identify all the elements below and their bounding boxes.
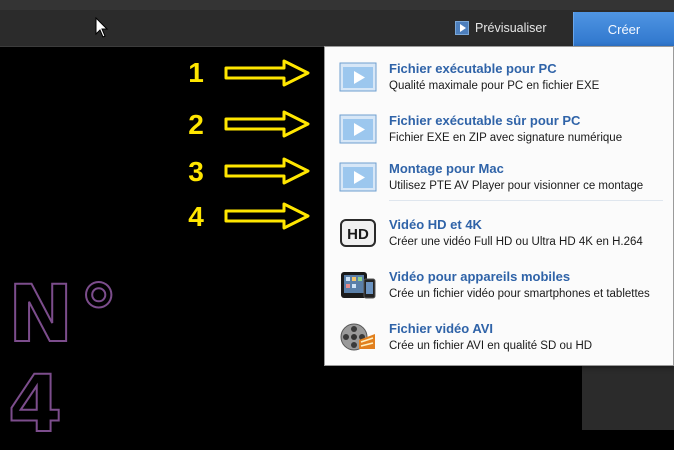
annotation-arrow-icon xyxy=(224,59,310,87)
annotation-arrow-icon xyxy=(224,202,310,230)
menu-item-description: Utilisez PTE AV Player pour visionner ce… xyxy=(389,180,644,192)
menu-item-mac-show[interactable]: Montage pour Mac Utilisez PTE AV Player … xyxy=(325,151,673,203)
play-window-icon xyxy=(339,114,377,144)
create-dropdown-menu: Fichier exécutable pour PC Qualité maxim… xyxy=(324,46,674,366)
preview-play-icon xyxy=(455,21,469,35)
menu-item-title: Fichier vidéo AVI xyxy=(389,321,494,336)
menu-item-exe-pc[interactable]: Fichier exécutable pour PC Qualité maxim… xyxy=(325,51,673,103)
annotation-number-3: 3 xyxy=(188,156,204,187)
menu-item-description: Crée un fichier vidéo pour smartphones e… xyxy=(389,288,650,300)
annotation-arrow-icon xyxy=(224,157,310,185)
preview-button[interactable]: Prévisualiser xyxy=(455,16,547,40)
annotation-number-2: 2 xyxy=(188,109,204,140)
menu-item-title: Montage pour Mac xyxy=(389,161,504,176)
menu-item-title: Fichier exécutable pour PC xyxy=(389,61,557,76)
create-label: Créer xyxy=(607,21,641,37)
menu-item-description: Fichier EXE en ZIP avec signature numéri… xyxy=(389,132,623,144)
menu-item-title: Vidéo pour appareils mobiles xyxy=(389,269,571,284)
menu-item-avi-video[interactable]: Fichier vidéo AVI Crée un fichier AVI en… xyxy=(325,311,673,363)
annotation-arrow-icon xyxy=(224,110,310,138)
annotation-number-4: 4 xyxy=(188,201,204,232)
annotation-number-1: 1 xyxy=(188,57,204,88)
menu-item-title: Vidéo HD et 4K xyxy=(389,217,482,232)
menu-item-mobile-video[interactable]: Vidéo pour appareils mobiles Crée un fic… xyxy=(325,259,673,311)
hd-icon: HD xyxy=(340,219,376,247)
menu-item-title: Fichier exécutable sûr pour PC xyxy=(389,113,581,128)
background-slide-text: N° 4 xyxy=(7,269,125,450)
play-window-icon xyxy=(339,162,377,192)
create-button[interactable]: Créer xyxy=(573,12,674,46)
menu-item-description: Qualité maximale pour PC en fichier EXE xyxy=(389,80,600,92)
menu-item-description: Créer une vidéo Full HD ou Ultra HD 4K e… xyxy=(389,236,643,248)
menu-divider xyxy=(389,200,663,201)
menu-item-hd-4k-video[interactable]: HD Vidéo HD et 4K Créer une vidéo Full H… xyxy=(325,207,673,259)
film-reel-icon xyxy=(340,323,375,351)
preview-label: Prévisualiser xyxy=(475,21,547,35)
menu-item-description: Crée un fichier AVI en qualité SD ou HD xyxy=(389,340,593,352)
mouse-cursor-icon xyxy=(95,17,109,38)
menu-item-safe-exe-pc[interactable]: Fichier exécutable sûr pour PC Fichier E… xyxy=(325,103,673,155)
toolbar-highlight xyxy=(0,0,674,10)
mobile-devices-icon xyxy=(341,272,376,299)
play-window-icon xyxy=(339,62,377,92)
hd-badge-text: HD xyxy=(347,226,369,243)
